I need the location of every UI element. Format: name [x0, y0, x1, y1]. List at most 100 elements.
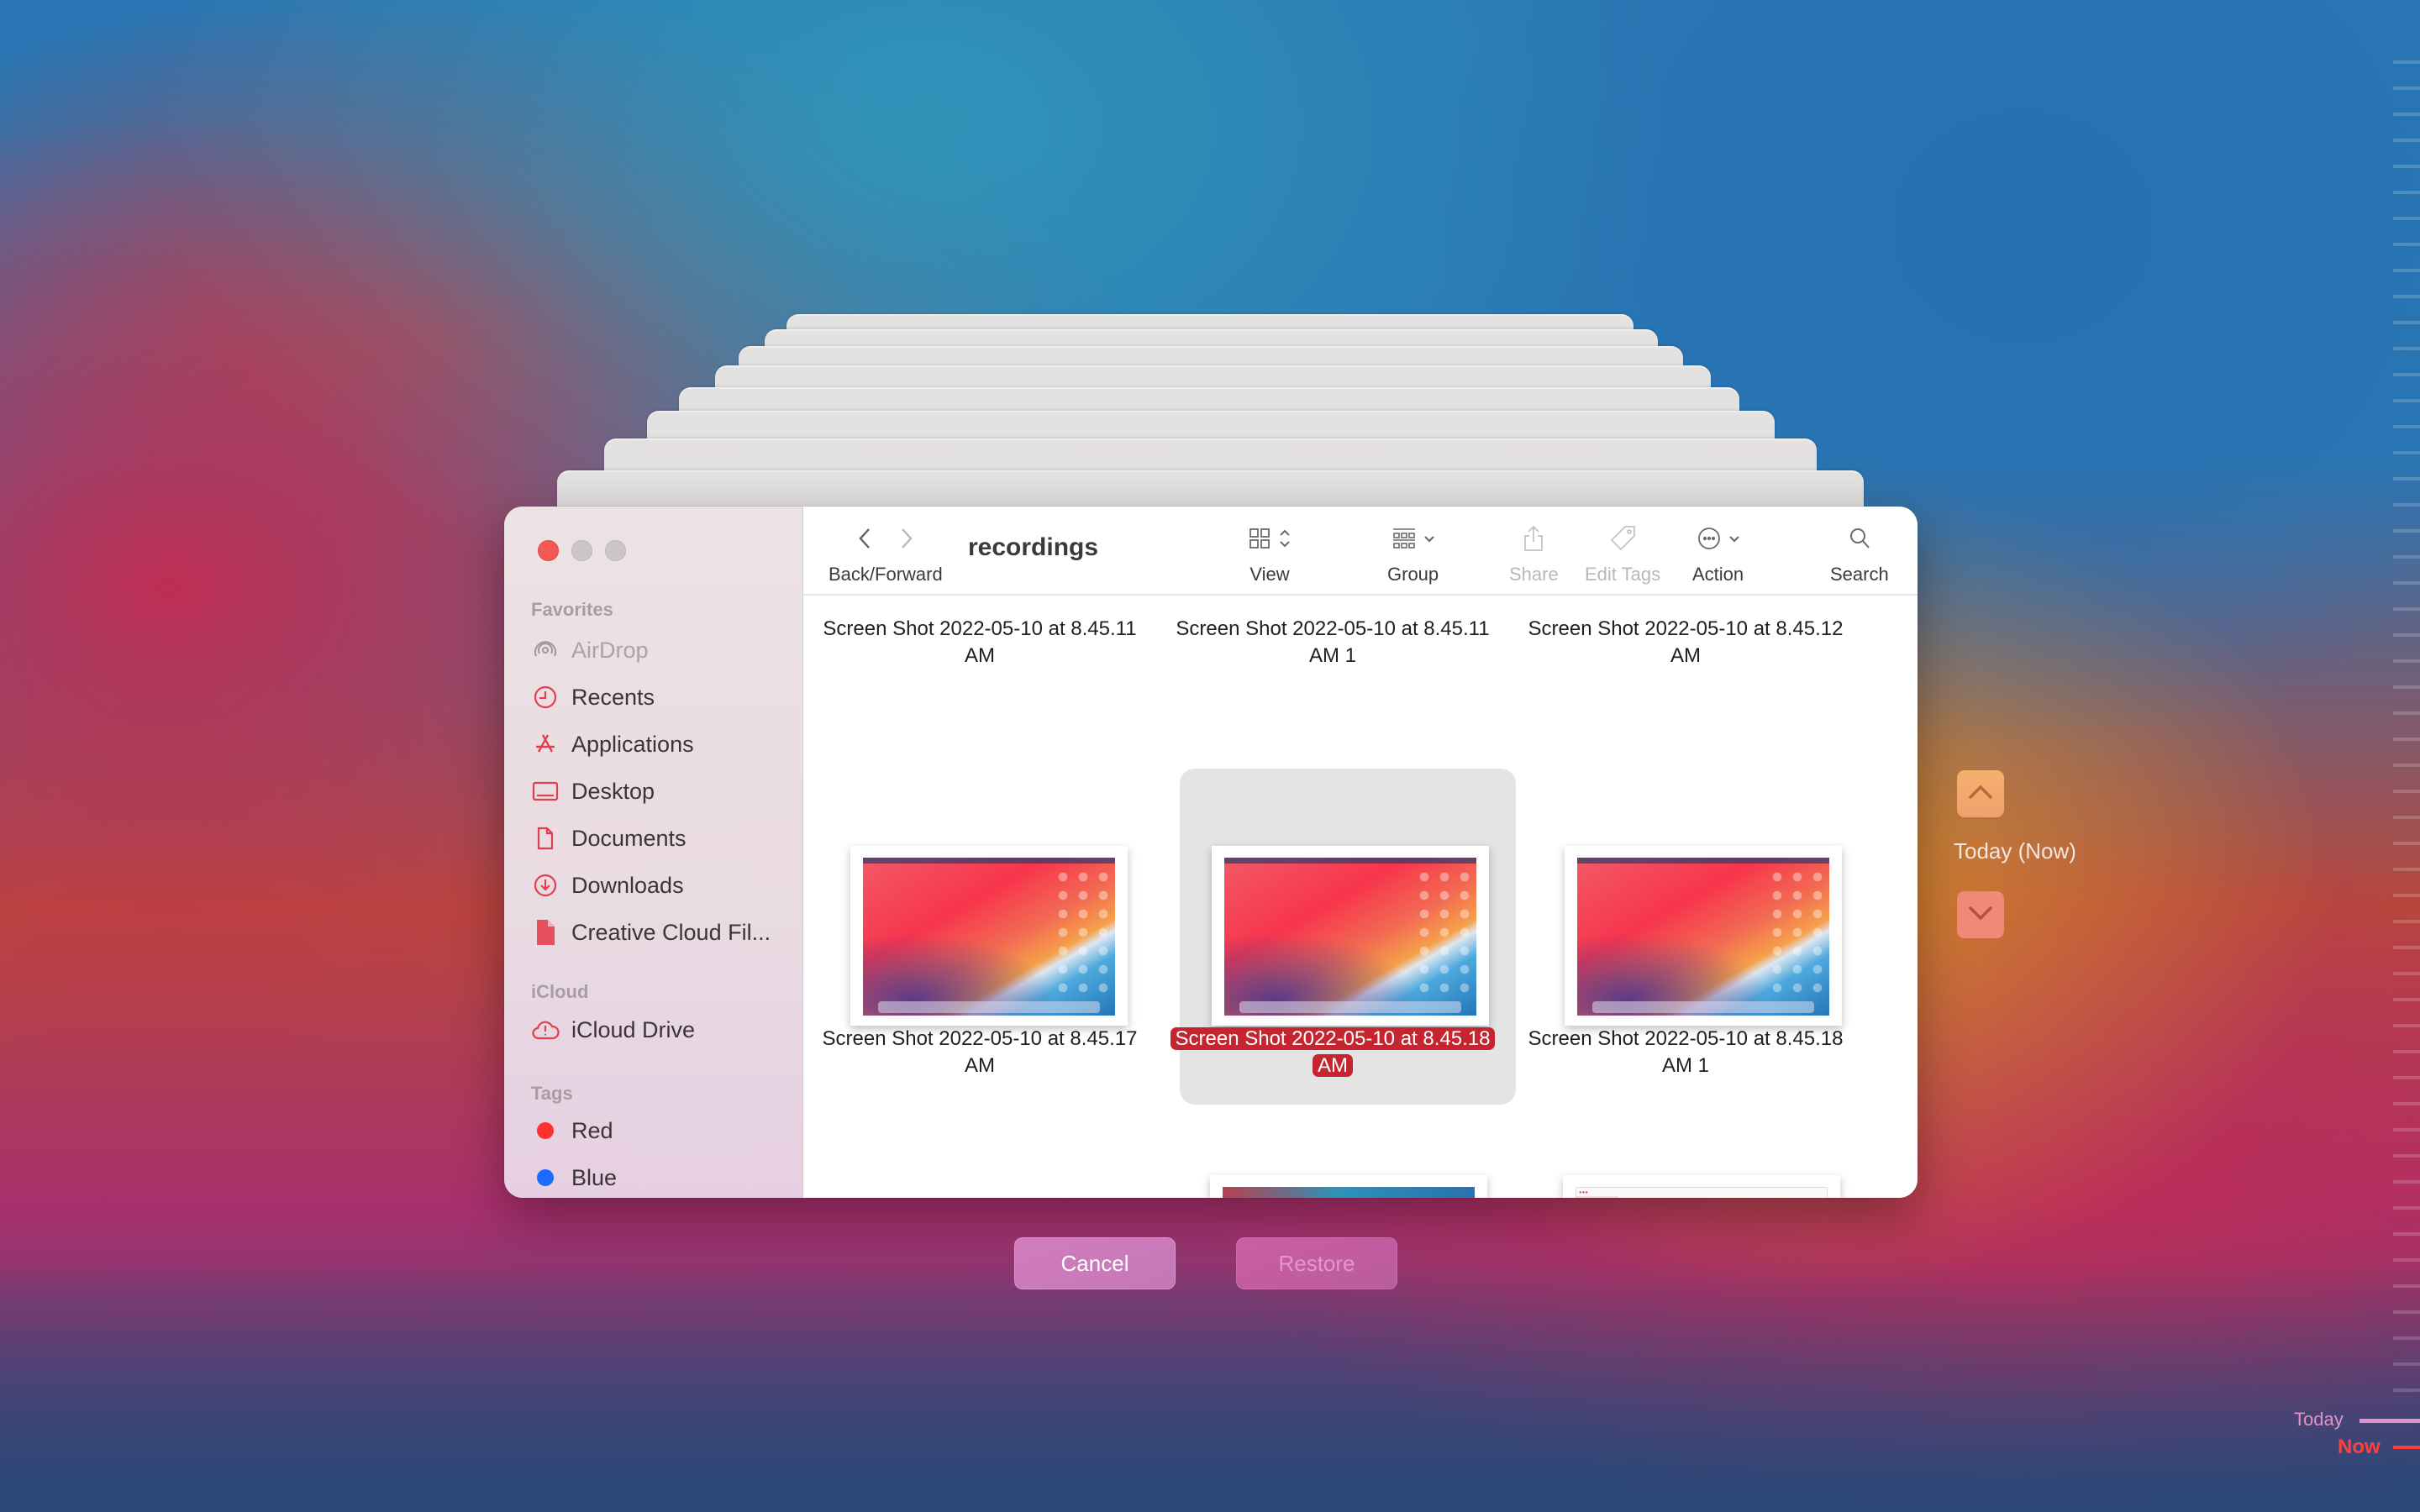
- timeline-tick[interactable]: [2393, 972, 2420, 975]
- timeline-tick[interactable]: [2393, 87, 2420, 90]
- sidebar-item-icloud-drive[interactable]: iCloud Drive: [531, 1009, 792, 1051]
- timeline-tick[interactable]: [2393, 1362, 2420, 1366]
- share-button[interactable]: Share: [1509, 523, 1559, 585]
- timeline-tick[interactable]: [2393, 685, 2420, 689]
- timeline-tick[interactable]: [2393, 1024, 2420, 1027]
- timeline-tick[interactable]: [2393, 295, 2420, 298]
- timeline-today-marker[interactable]: [2360, 1419, 2420, 1423]
- sidebar-item-recents[interactable]: Recents: [531, 676, 792, 718]
- timeline-tick[interactable]: [2393, 243, 2420, 246]
- timeline-tick[interactable]: [2393, 868, 2420, 871]
- timeline-tick[interactable]: [2393, 373, 2420, 376]
- timeline-tick[interactable]: [2393, 659, 2420, 663]
- sidebar-item-tag-blue[interactable]: Blue: [531, 1157, 792, 1198]
- timeline-tick[interactable]: [2393, 1102, 2420, 1105]
- airdrop-icon: [531, 636, 560, 664]
- timeline-tick[interactable]: [2393, 451, 2420, 454]
- timeline-tick[interactable]: [2393, 1128, 2420, 1131]
- timeline-tick[interactable]: [2393, 347, 2420, 350]
- timeline-tick[interactable]: [2393, 269, 2420, 272]
- timeline-tick[interactable]: [2393, 946, 2420, 949]
- timeline-tick[interactable]: [2393, 711, 2420, 715]
- timeline-tick[interactable]: [2393, 790, 2420, 793]
- restore-button[interactable]: Restore: [1236, 1237, 1397, 1289]
- sidebar: Favorites AirDrop Recents Applications D…: [504, 507, 803, 1198]
- sidebar-item-tag-red[interactable]: Red: [531, 1110, 792, 1152]
- timeline-tick[interactable]: [2393, 217, 2420, 220]
- timeline-tick[interactable]: [2393, 920, 2420, 923]
- sidebar-item-documents[interactable]: Documents: [531, 817, 792, 859]
- timeline-tick[interactable]: [2393, 113, 2420, 116]
- sidebar-item-creative-cloud-files[interactable]: Creative Cloud Fil...: [531, 911, 792, 953]
- sidebar-item-downloads[interactable]: Downloads: [531, 864, 792, 906]
- file-name-label[interactable]: Screen Shot 2022-05-10 at 8.45.11 AM: [803, 616, 1156, 669]
- close-window-button[interactable]: [538, 540, 559, 561]
- sidebar-item-desktop[interactable]: Desktop: [531, 770, 792, 812]
- timeline-tick[interactable]: [2393, 1336, 2420, 1340]
- timeline-tick[interactable]: [2393, 60, 2420, 64]
- timeline-tick[interactable]: [2393, 1154, 2420, 1158]
- tag-icon: [1608, 524, 1637, 557]
- timeline-tick[interactable]: [2393, 1258, 2420, 1262]
- timeline-tick[interactable]: [2393, 191, 2420, 194]
- back-chevron-icon[interactable]: [858, 527, 871, 554]
- timeline-tick[interactable]: [2393, 529, 2420, 533]
- timeline-tick[interactable]: [2393, 1284, 2420, 1288]
- timeline-tick[interactable]: [2393, 894, 2420, 897]
- timeline-tick[interactable]: [2393, 764, 2420, 767]
- file-thumbnail[interactable]: [1210, 1175, 1487, 1198]
- timeline-tick[interactable]: [2393, 607, 2420, 611]
- screenshot-preview-image: [1577, 858, 1829, 1016]
- sidebar-item-airdrop[interactable]: AirDrop: [531, 629, 792, 671]
- timeline-tick[interactable]: [2393, 425, 2420, 428]
- timeline-tick[interactable]: [2393, 477, 2420, 480]
- edit-tags-button[interactable]: Edit Tags: [1585, 523, 1660, 585]
- timeline-tick[interactable]: [2393, 998, 2420, 1001]
- search-button[interactable]: Search: [1830, 523, 1889, 585]
- file-thumbnail: [850, 846, 1128, 1026]
- timeline-tick[interactable]: [2393, 633, 2420, 637]
- file-name-label[interactable]: Screen Shot 2022-05-10 at 8.45.11 AM 1: [1156, 616, 1509, 669]
- timeline-tick[interactable]: [2393, 399, 2420, 402]
- view-button[interactable]: View: [1249, 523, 1291, 585]
- next-snapshot-button[interactable]: [1957, 891, 2004, 938]
- timeline-tick[interactable]: [2393, 816, 2420, 819]
- file-name-label[interactable]: Screen Shot 2022-05-10 at 8.45.18 AM 1: [1509, 1026, 1862, 1079]
- timeline-today-label[interactable]: Today: [2294, 1409, 2344, 1431]
- timeline-now-label[interactable]: Now: [2338, 1436, 2381, 1459]
- timeline-tick[interactable]: [2393, 503, 2420, 507]
- previous-snapshot-button[interactable]: [1957, 770, 2004, 817]
- forward-chevron-icon[interactable]: [900, 527, 913, 554]
- timeline-tick[interactable]: [2393, 1310, 2420, 1314]
- file-name-label[interactable]: Screen Shot 2022-05-10 at 8.45.12 AM: [1509, 616, 1862, 669]
- app-window-preview-image: ●●● Existing files - EXFAT 999 selected: [1576, 1187, 1828, 1198]
- timeline-tick[interactable]: [2393, 1232, 2420, 1236]
- file-thumbnail[interactable]: ●●● Existing files - EXFAT 999 selected: [1563, 1175, 1840, 1198]
- timeline-tick[interactable]: [2393, 842, 2420, 845]
- download-icon: [531, 871, 560, 900]
- timeline-now-marker[interactable]: [2393, 1446, 2420, 1449]
- timeline-tick[interactable]: [2393, 139, 2420, 142]
- sidebar-item-applications[interactable]: Applications: [531, 723, 792, 765]
- timeline-tick[interactable]: [2393, 1206, 2420, 1210]
- timeline-tick[interactable]: [2393, 581, 2420, 585]
- file-name-label[interactable]: Screen Shot 2022-05-10 at 8.45.17 AM: [803, 1026, 1156, 1079]
- cancel-button[interactable]: Cancel: [1014, 1237, 1176, 1289]
- timeline-tick[interactable]: [2393, 1076, 2420, 1079]
- minimize-window-button[interactable]: [571, 540, 592, 561]
- timeline-tick[interactable]: [2393, 555, 2420, 559]
- timeline-tick[interactable]: [2393, 738, 2420, 741]
- chevron-down-icon: [1728, 533, 1740, 548]
- applications-icon: [531, 730, 560, 759]
- timeline-tick[interactable]: [2393, 1180, 2420, 1184]
- file-icon-grid: Screen Shot 2022-05-10 at 8.45.11 AM Scr…: [803, 596, 1918, 1198]
- timeline-tick[interactable]: [2393, 1050, 2420, 1053]
- timeline-tick[interactable]: [2393, 165, 2420, 168]
- action-button[interactable]: Action: [1692, 523, 1744, 585]
- file-name-label-selected[interactable]: Screen Shot 2022-05-10 at 8.45.18 AM: [1156, 1026, 1509, 1079]
- zoom-window-button[interactable]: [605, 540, 626, 561]
- view-label: View: [1249, 564, 1290, 585]
- group-button[interactable]: Group: [1387, 523, 1439, 585]
- timeline-tick[interactable]: [2393, 1389, 2420, 1392]
- timeline-tick[interactable]: [2393, 321, 2420, 324]
